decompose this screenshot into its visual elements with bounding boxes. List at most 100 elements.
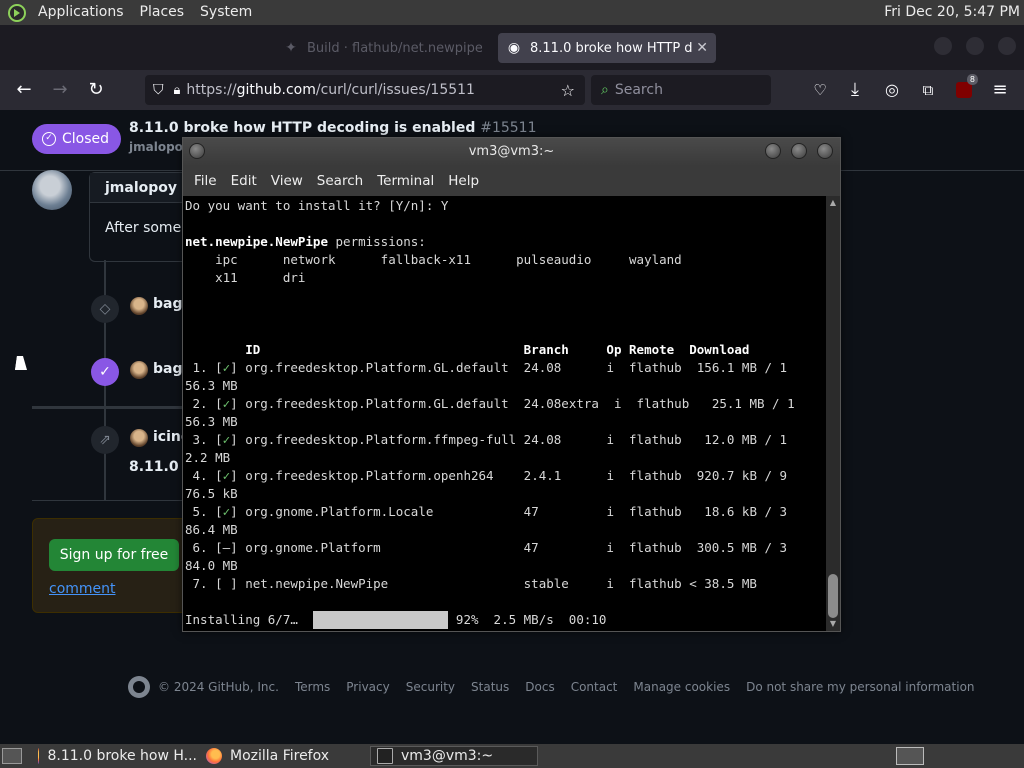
menu-view[interactable]: View — [271, 173, 303, 189]
page-footer: © 2024 GitHub, Inc. Terms Privacy Security… — [128, 676, 975, 698]
close-tab-icon[interactable]: ✕ — [696, 40, 708, 56]
back-arrow-icon[interactable]: ← — [12, 78, 36, 102]
github-icon: ◉ — [507, 40, 521, 56]
terminal-scrollbar[interactable]: ▲ ▼ — [826, 196, 840, 631]
search-bar[interactable]: ⌕ Search — [591, 75, 771, 105]
status-badge-label: Closed — [62, 131, 110, 147]
scrollbar-thumb[interactable] — [828, 574, 838, 618]
distro-logo-icon[interactable] — [8, 3, 26, 22]
bookmark-star-icon[interactable]: ☆ — [561, 81, 575, 100]
reload-icon[interactable]: ↻ — [84, 78, 108, 102]
close-window-button[interactable] — [998, 37, 1016, 55]
minimize-icon[interactable] — [765, 143, 781, 159]
close-icon[interactable] — [817, 143, 833, 159]
footer-link[interactable]: Security — [406, 680, 455, 694]
extension-badge: 8 — [966, 74, 978, 85]
ublock-origin-icon[interactable]: 8 — [952, 74, 978, 102]
footer-link[interactable]: Terms — [295, 680, 330, 694]
avatar[interactable] — [32, 170, 72, 210]
taskbar-item-label: vm3@vm3:~ — [401, 748, 494, 764]
terminal-line: net.newpipe.NewPipe permissions: — [185, 234, 426, 249]
avatar[interactable] — [130, 297, 148, 315]
tab-flathub-build[interactable]: ✦ Build · flathub/net.newpipe — [275, 33, 490, 63]
comment-author[interactable]: jmalopoy — [105, 180, 177, 196]
puzzle-icon: ✦ — [285, 40, 297, 56]
github-logo-icon[interactable] — [128, 676, 150, 698]
taskbar-item-label: Mozilla Firefox — [230, 748, 330, 764]
issue-number: #15511 — [480, 120, 537, 136]
search-placeholder: Search — [614, 82, 663, 98]
terminal-line: 5. [✓] org.gnome.Platform.Locale 47 i fl… — [185, 504, 788, 519]
footer-link[interactable]: Privacy — [346, 680, 389, 694]
menu-help[interactable]: Help — [448, 173, 479, 189]
url-text[interactable]: https://github.com/curl/curl/issues/1551… — [186, 82, 475, 98]
pocket-icon[interactable]: ♡ — [808, 78, 832, 102]
footer-link[interactable]: Status — [471, 680, 509, 694]
scroll-down-icon[interactable]: ▼ — [828, 619, 838, 629]
maximize-icon[interactable] — [791, 143, 807, 159]
panel-clock[interactable]: Fri Dec 20, 5:47 PM — [884, 0, 1020, 25]
extensions-icon[interactable]: ⧉ — [916, 78, 940, 102]
tracking-shield-icon[interactable]: ⛉ — [153, 82, 164, 98]
forward-arrow-icon[interactable]: → — [48, 78, 72, 102]
footer-link[interactable]: Do not share my personal information — [746, 680, 974, 694]
checkmark-icon: ✓ — [222, 468, 231, 483]
terminal-window[interactable]: vm3@vm3:~ File Edit View Search Terminal… — [182, 137, 841, 632]
taskbar-item[interactable]: vm3@vm3:~ — [370, 746, 538, 766]
tab-title: 8.11.0 broke how HTTP deco — [530, 40, 693, 56]
terminal-line: 84.0 MB — [185, 558, 238, 573]
maximize-window-button[interactable] — [966, 37, 984, 55]
menu-terminal[interactable]: Terminal — [377, 173, 434, 189]
terminal-line: Installing 6/7… 92% 2.5 MB/s 00:10 — [185, 612, 607, 627]
terminal-line: Do you want to install it? [Y/n]: Y — [185, 198, 449, 213]
terminal-output[interactable]: Do you want to install it? [Y/n]: Y net.n… — [183, 196, 826, 631]
check-circle-icon: ✓ — [42, 132, 56, 146]
footer-link[interactable]: Manage cookies — [633, 680, 730, 694]
account-icon[interactable]: ◎ — [880, 78, 904, 102]
url-host: github.com — [236, 82, 316, 98]
system-menu[interactable]: System — [192, 0, 260, 25]
show-desktop-icon[interactable] — [2, 748, 22, 764]
url-path: /curl/curl/issues/15511 — [315, 82, 475, 98]
hamburger-menu-icon[interactable]: ≡ — [988, 78, 1012, 102]
applications-menu[interactable]: Applications — [30, 0, 132, 25]
sign-up-button[interactable]: Sign up for free — [49, 539, 179, 571]
workspace-switcher[interactable] — [896, 747, 924, 765]
places-menu[interactable]: Places — [132, 0, 193, 25]
downloads-icon[interactable]: ⤓ — [843, 78, 867, 102]
taskbar-item[interactable]: Mozilla Firefox — [200, 746, 365, 766]
status-badge: ✓ Closed — [32, 124, 122, 154]
footer-link[interactable]: Contact — [571, 680, 618, 694]
footer-link[interactable]: Docs — [525, 680, 554, 694]
taskbar-item[interactable]: 8.11.0 broke how H... — [32, 746, 197, 766]
timeline-end-divider — [32, 500, 182, 501]
comment-link[interactable]: comment — [49, 581, 116, 597]
top-panel: Applications Places System Fri Dec 20, 5… — [0, 0, 1024, 25]
url-scheme: https:// — [186, 82, 237, 98]
menu-edit[interactable]: Edit — [231, 173, 257, 189]
checkmark-icon: ✓ — [222, 360, 231, 375]
tab-github-issue[interactable]: ◉ 8.11.0 broke how HTTP deco ✕ — [498, 33, 716, 63]
issue-title: 8.11.0 broke how HTTP decoding is enable… — [129, 120, 537, 136]
terminal-line: ipc network fallback-x11 pulseaudio wayl… — [185, 252, 682, 267]
window-menu-icon[interactable] — [189, 143, 205, 159]
menu-file[interactable]: File — [194, 173, 217, 189]
terminal-line: 56.3 MB — [185, 378, 238, 393]
checkmark-icon: ✓ — [222, 432, 231, 447]
issue-title-text: 8.11.0 broke how HTTP decoding is enable… — [129, 120, 476, 136]
mouse-pointer-icon — [15, 356, 29, 370]
terminal-line: 6. [—] org.gnome.Platform 47 i flathub 3… — [185, 540, 788, 555]
menu-search[interactable]: Search — [317, 173, 363, 189]
avatar[interactable] — [130, 429, 148, 447]
firefox-icon — [206, 748, 222, 764]
terminal-menubar: File Edit View Search Terminal Help — [183, 166, 840, 196]
minimize-window-button[interactable] — [934, 37, 952, 55]
footer-links: Terms Privacy Security Status Docs Contact Man… — [279, 680, 975, 694]
firefox-icon — [38, 748, 40, 764]
url-bar[interactable]: ⛉ 🔒︎ https://github.com/curl/curl/issues… — [145, 75, 585, 105]
terminal-titlebar[interactable]: vm3@vm3:~ — [183, 138, 840, 166]
scroll-up-icon[interactable]: ▲ — [828, 198, 838, 208]
avatar[interactable] — [130, 361, 148, 379]
terminal-line: 76.5 kB — [185, 486, 238, 501]
lock-icon[interactable]: 🔒︎ — [174, 83, 181, 98]
